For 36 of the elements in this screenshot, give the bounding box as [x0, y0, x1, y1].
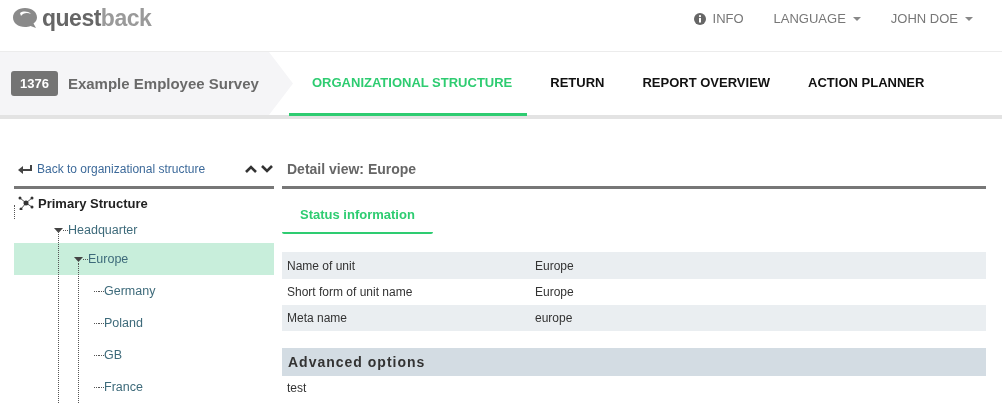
detail-title: Detail view: Europe [282, 152, 986, 189]
caret-icon [852, 17, 861, 21]
field-value: europe [535, 311, 573, 325]
logo-icon [12, 7, 38, 29]
tree-row[interactable]: Poland [14, 307, 274, 339]
nav-tab[interactable]: RETURN [527, 52, 620, 116]
tree-root-label[interactable]: Primary Structure [36, 195, 148, 211]
logo-text: questback [42, 6, 152, 30]
network-icon [18, 196, 34, 210]
tree-row[interactable]: Europe [14, 243, 274, 275]
tree-row[interactable]: Germany [14, 275, 274, 307]
info-link[interactable]: INFO [693, 11, 744, 27]
return-arrow-icon [18, 164, 32, 174]
field-value: Europe [535, 285, 574, 299]
nav-tab[interactable]: ACTION PLANNER [785, 52, 940, 116]
survey-title: Example Employee Survey [67, 75, 259, 92]
up-button[interactable] [244, 165, 258, 173]
chevron-down-icon [261, 165, 273, 173]
section-header: Advanced options [282, 348, 986, 376]
field-label: Meta name [286, 311, 349, 325]
chevron-up-icon [245, 165, 257, 173]
back-link[interactable]: Back to organizational structure [18, 162, 206, 176]
info-icon [693, 13, 706, 25]
field-value: Europe [535, 258, 574, 273]
field-label: Short form of unit name [286, 285, 414, 299]
dropdown-menu[interactable]: LANGUAGE [773, 11, 861, 27]
survey-id-badge: 1376 [11, 71, 58, 96]
down-button[interactable] [260, 165, 274, 173]
section-text: test [286, 380, 308, 397]
dropdown-menu[interactable]: JOHN DOE [890, 11, 973, 27]
tree-row[interactable]: France [14, 371, 274, 403]
tree-row[interactable]: Headquarter [14, 217, 274, 243]
tree-row[interactable]: GB [14, 339, 274, 371]
field-label: Name of unit [286, 258, 357, 273]
caret-icon [965, 17, 973, 21]
nav-tab[interactable]: REPORT OVERVIEW [619, 52, 786, 116]
